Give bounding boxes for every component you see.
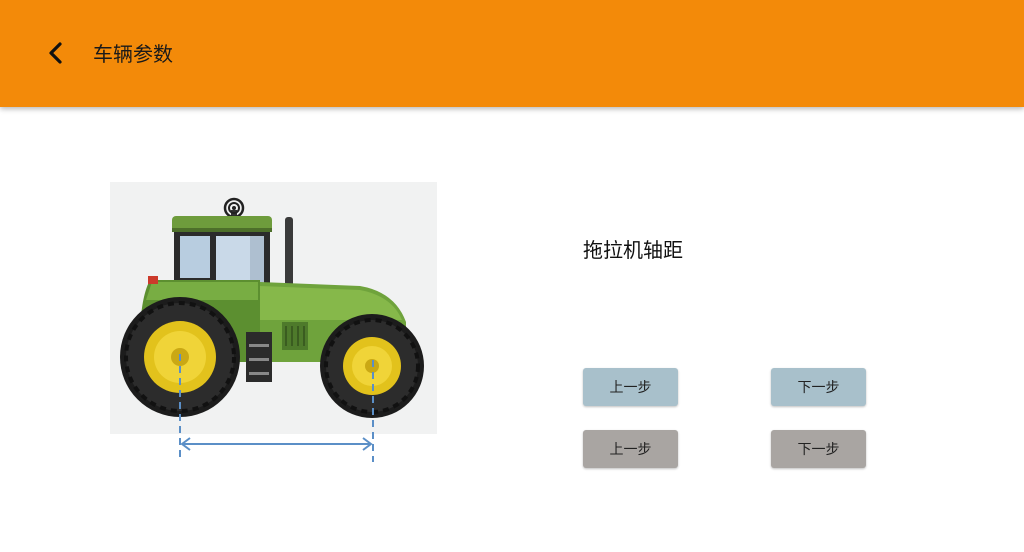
- next-step-button[interactable]: 下一步: [771, 368, 866, 406]
- app-bar: 车辆参数: [0, 0, 1024, 107]
- tractor-illustration: [110, 182, 437, 472]
- chevron-left-icon: [49, 42, 62, 64]
- next-step-button-alt[interactable]: 下一步: [771, 430, 866, 468]
- previous-step-button-alt[interactable]: 上一步: [583, 430, 678, 468]
- back-button[interactable]: [36, 33, 76, 73]
- previous-step-button[interactable]: 上一步: [583, 368, 678, 406]
- parameter-label: 拖拉机轴距: [583, 238, 683, 262]
- page-title: 车辆参数: [93, 42, 173, 66]
